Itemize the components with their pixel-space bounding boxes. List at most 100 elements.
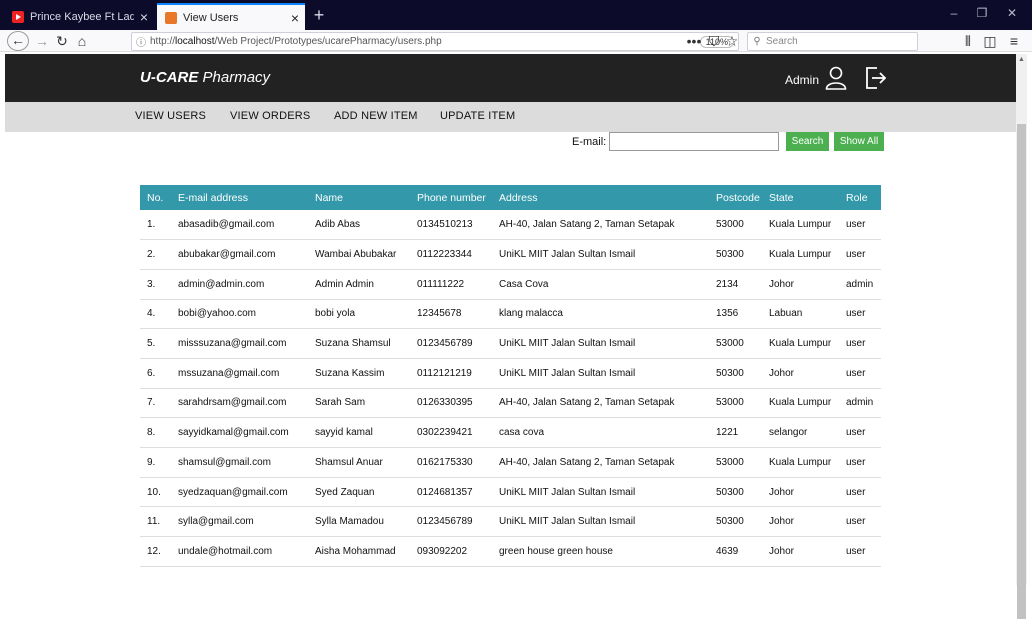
table-cell: sayyidkamal@gmail.com	[171, 417, 308, 448]
table-cell: Aisha Mohammad	[308, 536, 410, 567]
table-cell: user	[839, 210, 881, 241]
column-header: Phone number	[410, 185, 492, 210]
table-cell: 5.	[140, 328, 171, 359]
browser-search-bar[interactable]: ⚲ Search	[747, 32, 918, 51]
logout-icon[interactable]	[865, 66, 887, 90]
browser-tab-view-users[interactable]: View Users ×	[157, 3, 305, 30]
scroll-up-icon[interactable]: ▲	[1016, 54, 1027, 66]
email-search-input[interactable]	[609, 132, 779, 151]
menu-view-users[interactable]: VIEW USERS	[135, 110, 206, 122]
table-cell: Wambai Abubakar	[308, 239, 410, 270]
more-icon[interactable]: •••	[684, 32, 704, 50]
brand-rest: Pharmacy	[198, 69, 271, 86]
address-bar[interactable]: ⓘ http://localhost/Web Project/Prototype…	[131, 32, 739, 51]
table-cell: Johor	[762, 269, 839, 300]
brand-logo[interactable]: U-CARE Pharmacy	[140, 69, 270, 86]
pocket-icon[interactable]: ⛉	[704, 32, 724, 50]
table-row: 11. sylla@gmail.com Sylla Mamadou 012345678…	[140, 506, 881, 538]
sidebar-icon[interactable]: ◫	[980, 32, 1000, 50]
table-cell: user	[839, 358, 881, 389]
table-cell: 0134510213	[410, 210, 492, 241]
table-cell: Shamsul Anuar	[308, 447, 410, 478]
table-cell: AH-40, Jalan Satang 2, Taman Setapak	[492, 447, 709, 478]
home-icon[interactable]: ⌂	[72, 32, 92, 50]
search-button[interactable]: Search	[786, 132, 829, 151]
close-icon[interactable]: ×	[285, 10, 305, 26]
table-cell: 12345678	[410, 299, 492, 330]
browser-tab-bar: Prince Kaybee Ft Lady Zamar - × View Use…	[0, 0, 1032, 30]
table-cell: 1356	[709, 299, 762, 330]
back-icon[interactable]: ←	[7, 31, 29, 51]
restore-icon[interactable]: ❐	[972, 6, 992, 20]
brand-bold: U-CARE	[140, 69, 199, 86]
user-icon[interactable]	[825, 66, 847, 90]
table-cell: 3.	[140, 269, 171, 300]
close-icon[interactable]: ×	[134, 9, 154, 25]
table-cell: 0123456789	[410, 506, 492, 538]
show-all-button[interactable]: Show All	[834, 132, 884, 151]
table-cell: 4.	[140, 299, 171, 330]
table-cell: klang malacca	[492, 299, 709, 330]
table-cell: 0162175330	[410, 447, 492, 478]
column-header: State	[762, 185, 839, 210]
table-cell: sayyid kamal	[308, 417, 410, 448]
scrollbar-thumb[interactable]	[1017, 124, 1026, 619]
tab-title: Prince Kaybee Ft Lady Zamar -	[30, 10, 134, 23]
table-row: 2. abubakar@gmail.com Wambai Abubakar 01122…	[140, 239, 881, 270]
column-header: Role	[839, 185, 881, 210]
search-placeholder: Search	[766, 36, 798, 47]
url-text[interactable]: http://localhost/Web Project/Prototypes/…	[150, 36, 700, 47]
table-cell: 7.	[140, 388, 171, 419]
minimize-icon[interactable]: –	[944, 6, 964, 20]
new-tab-icon[interactable]: +	[309, 5, 329, 26]
close-window-icon[interactable]: ✕	[1002, 6, 1022, 20]
table-row: 8. sayyidkamal@gmail.com sayyid kamal 03022…	[140, 417, 881, 448]
table-cell: syedzaquan@gmail.com	[171, 477, 308, 508]
column-header: Postcode	[709, 185, 762, 210]
library-icon[interactable]: ⫴	[958, 32, 978, 50]
table-cell: 50300	[709, 239, 762, 270]
table-cell: Kuala Lumpur	[762, 328, 839, 359]
page-scrollbar[interactable]: ▲	[1016, 54, 1027, 619]
table-cell: 0302239421	[410, 417, 492, 448]
table-cell: 10.	[140, 477, 171, 508]
table-cell: user	[839, 477, 881, 508]
table-cell: Sarah Sam	[308, 388, 410, 419]
forward-icon[interactable]: →	[32, 32, 52, 50]
table-cell: user	[839, 239, 881, 270]
table-cell: 53000	[709, 210, 762, 241]
table-cell: 2134	[709, 269, 762, 300]
search-icon: ⚲	[753, 36, 761, 47]
table-cell: 11.	[140, 506, 171, 538]
table-cell: 50300	[709, 358, 762, 389]
table-cell: UniKL MIIT Jalan Sultan Ismail	[492, 328, 709, 359]
table-cell: UniKL MIIT Jalan Sultan Ismail	[492, 239, 709, 270]
url-prefix: http://	[150, 36, 176, 47]
table-cell: user	[839, 417, 881, 448]
table-cell: 011111222	[410, 269, 492, 300]
info-icon[interactable]: ⓘ	[132, 34, 150, 49]
url-path: /Web Project/Prototypes/ucarePharmacy/us…	[214, 36, 442, 47]
table-cell: Johor	[762, 358, 839, 389]
table-cell: 1221	[709, 417, 762, 448]
site-header: U-CARE Pharmacy Admin	[5, 54, 1016, 102]
users-table: No. E-mail address Name Phone number Address…	[140, 185, 881, 567]
table-cell: 53000	[709, 388, 762, 419]
menu-view-orders[interactable]: VIEW ORDERS	[230, 110, 310, 122]
reload-icon[interactable]: ↻	[52, 32, 72, 50]
table-cell: Casa Cova	[492, 269, 709, 300]
column-header: No.	[140, 185, 171, 210]
table-cell: UniKL MIIT Jalan Sultan Ismail	[492, 506, 709, 538]
table-header-row: No. E-mail address Name Phone number Address…	[140, 185, 881, 210]
bookmark-star-icon[interactable]: ☆	[722, 32, 742, 50]
table-cell: 093092202	[410, 536, 492, 567]
menu-add-new-item[interactable]: ADD NEW ITEM	[334, 110, 418, 122]
table-cell: abubakar@gmail.com	[171, 239, 308, 270]
browser-tab-youtube[interactable]: Prince Kaybee Ft Lady Zamar - ×	[4, 3, 154, 30]
table-cell: casa cova	[492, 417, 709, 448]
table-cell: Kuala Lumpur	[762, 388, 839, 419]
table-row: 12. undale@hotmail.com Aisha Mohammad 09309…	[140, 536, 881, 567]
menu-update-item[interactable]: UPDATE ITEM	[440, 110, 515, 122]
menu-icon[interactable]: ≡	[1004, 32, 1024, 50]
url-host: localhost	[175, 36, 215, 47]
